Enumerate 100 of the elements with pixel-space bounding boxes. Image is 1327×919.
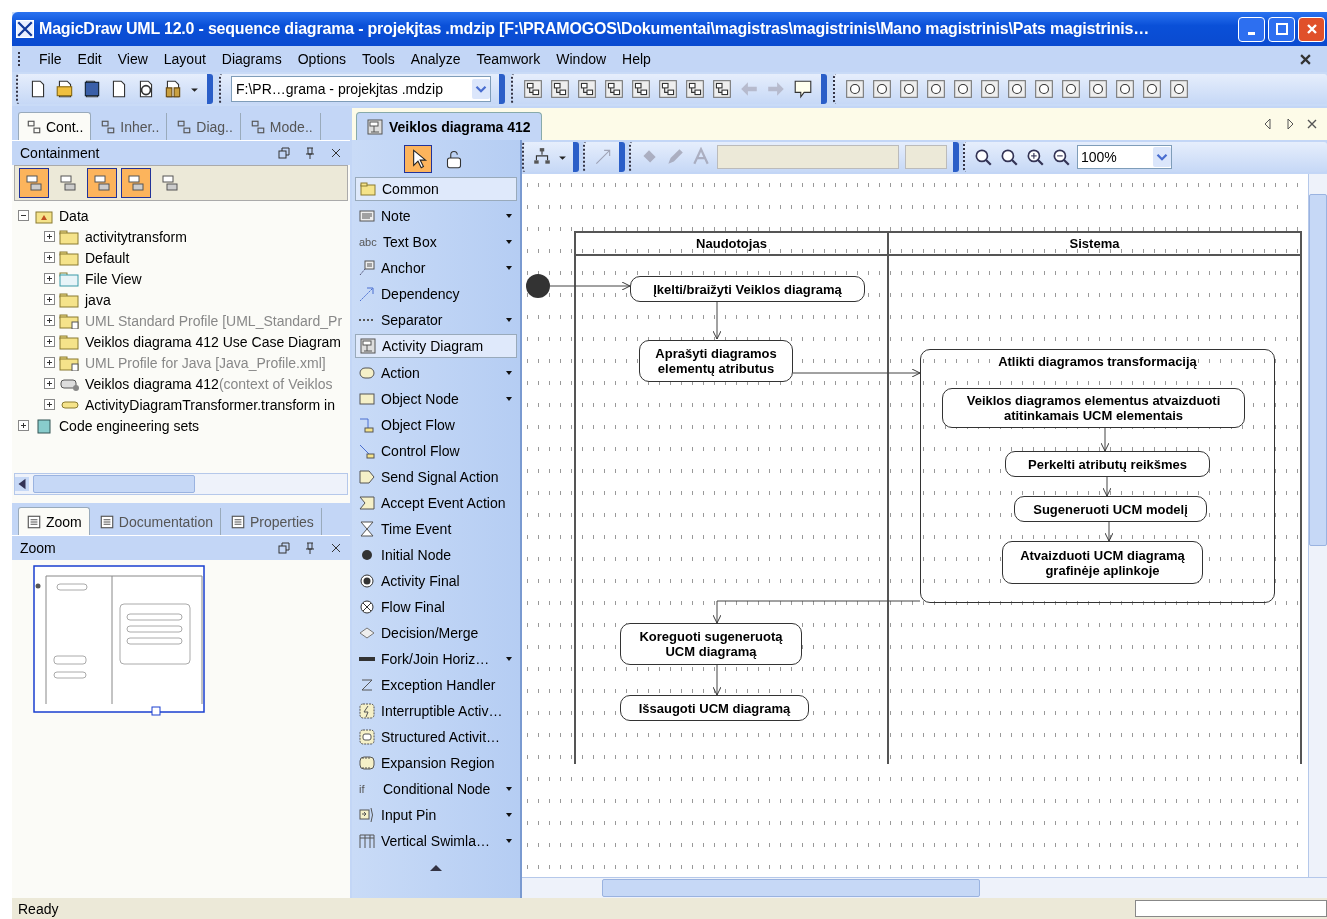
tree-item[interactable]: java — [85, 291, 111, 308]
palette-tool[interactable]: Expansion Region — [355, 750, 517, 776]
zoom-in-icon[interactable] — [1025, 147, 1045, 167]
palette-tool[interactable]: Time Event — [355, 516, 517, 542]
palette-tool[interactable]: Flow Final — [355, 594, 517, 620]
close-icon[interactable] — [1300, 53, 1311, 65]
dropdown-icon[interactable] — [505, 395, 513, 403]
palette-tool[interactable]: Separator — [355, 307, 517, 333]
left-arrow-icon[interactable] — [15, 477, 29, 491]
tree-item[interactable]: ActivityDiagramTransformer.transform in — [85, 396, 335, 413]
expand-toggle[interactable] — [18, 420, 29, 431]
tree-item[interactable]: activitytransform — [85, 228, 187, 245]
palette-tool[interactable]: Control Flow — [355, 438, 517, 464]
save-icon[interactable] — [82, 79, 102, 99]
left-arrow-icon[interactable] — [1263, 118, 1273, 130]
palette-tool[interactable]: Decision/Merge — [355, 620, 517, 646]
horizontal-scrollbar[interactable] — [14, 473, 348, 495]
close-icon[interactable] — [330, 542, 342, 554]
dropdown-icon[interactable] — [505, 316, 513, 324]
dropdown-icon[interactable] — [505, 785, 513, 793]
close-icon[interactable] — [1307, 118, 1317, 130]
binoculars-icon[interactable] — [163, 79, 183, 99]
palette-tool[interactable]: Note — [355, 203, 517, 229]
diagram-thumbnail-drawing[interactable] — [32, 564, 208, 716]
dropdown-icon[interactable] — [505, 811, 513, 819]
expand-toggle[interactable] — [44, 357, 55, 368]
dropdown-icon[interactable] — [505, 264, 513, 272]
dropdown-icon[interactable] — [505, 655, 513, 663]
palette-group[interactable]: Activity Diagram — [355, 334, 517, 358]
horizontal-scrollbar[interactable] — [522, 877, 1327, 898]
menu-item[interactable]: Window — [548, 51, 615, 67]
palette-tool[interactable]: Vertical Swimla… — [355, 828, 517, 854]
palette-tool[interactable]: Action — [355, 360, 517, 386]
panel-tab[interactable]: Zoom — [18, 507, 90, 535]
palette-tool[interactable]: Object Flow — [355, 412, 517, 438]
tree-item[interactable]: File View — [85, 270, 142, 287]
magnifier-icon[interactable] — [999, 147, 1019, 167]
tree-item[interactable]: Default — [85, 249, 130, 266]
palette-group[interactable]: Common — [355, 177, 517, 201]
palette-tool[interactable]: Structured Activit… — [355, 724, 517, 750]
palette-tool[interactable]: Interruptible Activ… — [355, 698, 517, 724]
pin-icon[interactable] — [304, 542, 316, 554]
close-button[interactable] — [1298, 16, 1325, 42]
palette-tool[interactable]: Anchor — [355, 255, 517, 281]
tree-item[interactable]: Veiklos diagrama 412 Use Case Diagram — [85, 333, 341, 350]
menu-item[interactable]: File — [31, 51, 70, 67]
vertical-scrollbar[interactable] — [1308, 174, 1327, 877]
expand-toggle[interactable] — [44, 315, 55, 326]
expand-toggle[interactable] — [44, 336, 55, 347]
panel-tab[interactable]: Cont.. — [18, 112, 92, 140]
palette-tool[interactable]: Fork/Join Horiz… — [355, 646, 517, 672]
tree-item[interactable]: Code engineering sets — [59, 417, 200, 434]
minimize-button[interactable] — [1238, 16, 1265, 42]
zoom-selector[interactable]: 100% — [1077, 145, 1172, 169]
dropdown-icon[interactable] — [505, 238, 513, 246]
expand-toggle[interactable] — [44, 399, 55, 410]
menu-item[interactable]: Help — [614, 51, 659, 67]
toggle-icon[interactable] — [87, 168, 117, 198]
tree-item[interactable]: UML Profile for Java [Java_Profile.xml] — [85, 354, 326, 371]
palette-tool[interactable]: Dependency — [355, 281, 517, 307]
dropdown-icon[interactable] — [505, 369, 513, 377]
expand-toggle[interactable] — [44, 273, 55, 284]
expand-toggle[interactable] — [44, 378, 55, 389]
menu-item[interactable]: Edit — [69, 51, 110, 67]
font-color-icon[interactable] — [691, 147, 711, 167]
palette-tool[interactable]: abc Text Box — [355, 229, 517, 255]
menu-item[interactable]: Diagrams — [213, 51, 290, 67]
palette-tool[interactable]: Object Node — [355, 386, 517, 412]
menu-item[interactable]: Teamwork — [468, 51, 549, 67]
toggle-icon[interactable] — [19, 168, 49, 198]
tree-item[interactable]: Veiklos diagrama 412(context of Veiklos — [85, 375, 333, 392]
open-folder-icon[interactable] — [55, 79, 75, 99]
layout-tree-icon[interactable] — [532, 147, 552, 167]
toggle-icon[interactable] — [121, 168, 151, 198]
pin-icon[interactable] — [304, 147, 316, 159]
palette-tool[interactable]: Accept Event Action — [355, 490, 517, 516]
magnifier-icon[interactable] — [973, 147, 993, 167]
close-icon[interactable] — [330, 147, 342, 159]
menu-item[interactable]: View — [109, 51, 156, 67]
note-icon[interactable] — [793, 79, 813, 99]
expand-toggle[interactable] — [18, 210, 29, 221]
expand-toggle[interactable] — [44, 294, 55, 305]
menu-item[interactable]: Tools — [354, 51, 403, 67]
right-arrow-icon[interactable] — [1285, 118, 1295, 130]
palette-tool[interactable]: Exception Handler — [355, 672, 517, 698]
expand-toggle[interactable] — [44, 231, 55, 242]
pointer-icon[interactable] — [404, 145, 432, 173]
tree-item[interactable]: Data — [59, 207, 89, 224]
restore-icon[interactable] — [278, 147, 290, 159]
restore-icon[interactable] — [278, 542, 290, 554]
maximize-button[interactable] — [1268, 16, 1295, 42]
palette-tool[interactable]: if Conditional Node — [355, 776, 517, 802]
palette-tool[interactable]: Initial Node — [355, 542, 517, 568]
menu-item[interactable]: Layout — [155, 51, 214, 67]
palette-tool[interactable]: Activity Final — [355, 568, 517, 594]
tree-item[interactable]: UML Standard Profile [UML_Standard_Pr — [85, 312, 343, 329]
menu-item[interactable]: Options — [289, 51, 354, 67]
dropdown-icon[interactable] — [505, 837, 513, 845]
scroll-up-icon[interactable] — [429, 864, 443, 872]
menu-item[interactable]: Analyze — [402, 51, 469, 67]
